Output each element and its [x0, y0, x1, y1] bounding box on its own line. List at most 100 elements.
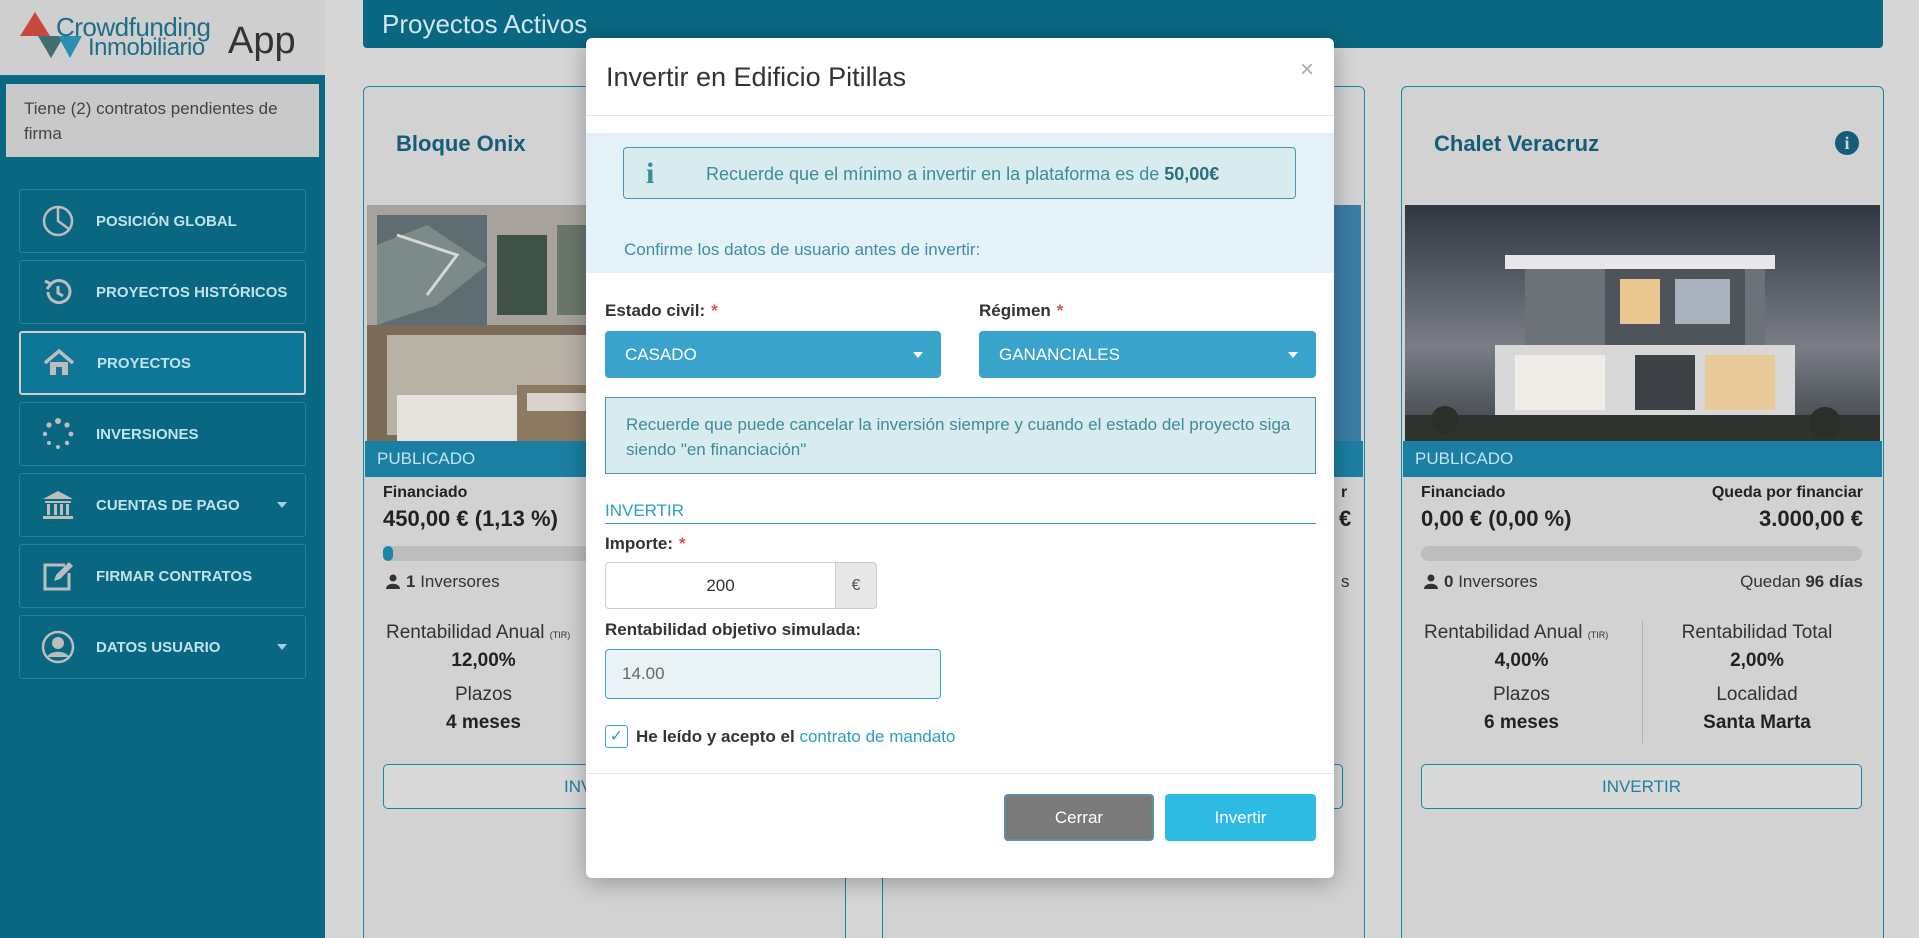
sidebar-item-label: FIRMAR CONTRATOS [96, 567, 253, 585]
remaining-label: Queda por financiar [1711, 484, 1863, 501]
rent-sim-field[interactable]: 14.00 [605, 649, 941, 699]
investors-label: Inversores [1458, 572, 1538, 591]
rent-total-value: 2,00% [1730, 650, 1784, 671]
sidebar-item-firmar-contratos[interactable]: FIRMAR CONTRATOS [19, 544, 306, 608]
project-photo[interactable] [1405, 205, 1880, 441]
edit-icon [40, 558, 76, 594]
regimen-select[interactable]: GANANCIALES [979, 331, 1316, 378]
kpi-divider [1642, 621, 1643, 743]
user-icon [1424, 574, 1438, 589]
tir-tag: (TIR) [549, 630, 571, 640]
sidebar-item-label: DATOS USUARIO [96, 638, 221, 656]
info-icon[interactable]: i [1835, 131, 1859, 155]
sidebar-item-datos-usuario[interactable]: DATOS USUARIO [19, 615, 306, 679]
minimum-investment-amount: 50,00€ [1164, 164, 1220, 184]
regimen-label: Régimen * [979, 301, 1063, 321]
user-circle-icon [40, 629, 76, 665]
localidad-label: Localidad [1716, 684, 1798, 705]
required-mark: * [1056, 301, 1064, 320]
days-prefix: Quedan [1740, 572, 1801, 591]
rent-sim-label: Rentabilidad objetivo simulada: [605, 620, 861, 639]
chevron-down-icon [277, 644, 287, 650]
regimen-label-text: Régimen [979, 301, 1051, 320]
importe-input[interactable]: 200 [605, 562, 836, 609]
importe-label-text: Importe: [605, 534, 673, 553]
tir-tag: (TIR) [1587, 630, 1609, 640]
close-button[interactable]: Cerrar [1004, 794, 1154, 841]
house-image [1405, 205, 1880, 441]
rent-anual-value: 4,00% [1494, 650, 1549, 671]
project-title[interactable]: Chalet Veracruz [1434, 131, 1599, 157]
required-mark: * [711, 301, 718, 320]
days-value: 96 días [1805, 572, 1863, 591]
user-icon [386, 574, 400, 589]
estado-civil-select[interactable]: CASADO [605, 331, 941, 378]
sidebar-item-label: CUENTAS DE PAGO [96, 496, 240, 514]
remaining-label-fragment: r [1341, 484, 1348, 501]
accept-contract-text: He leído y acepto el contrato de mandato [636, 727, 955, 747]
sidebar-item-proyectos[interactable]: PROYECTOS [19, 331, 306, 395]
financed-label: Financiado [383, 484, 468, 501]
investors-number: 1 [406, 572, 416, 591]
rent-anual-text: Rentabilidad Anual [1424, 622, 1583, 643]
app-logo[interactable]: Crowdfunding Inmobiliario App [0, 0, 325, 76]
sidebar-item-inversiones[interactable]: INVERSIONES [19, 402, 306, 466]
estado-civil-label: Estado civil: * [605, 301, 718, 321]
logo-text-line2: Inmobiliario [88, 34, 205, 61]
logo-red-triangle [20, 12, 50, 36]
currency-addon: € [835, 562, 877, 609]
financed-value: 450,00 € (1,13 %) [383, 506, 558, 531]
project-title[interactable]: Bloque Onix [396, 131, 526, 157]
history-icon [40, 274, 76, 310]
invest-submit-button[interactable]: Invertir [1165, 794, 1316, 841]
pending-contracts-notice[interactable]: Tiene (2) contratos pendientes de firma [6, 84, 319, 157]
remaining-value: 3.000,00 € [1759, 506, 1863, 531]
investors-label: Inversores [420, 572, 500, 591]
cancel-investment-notice: Recuerde que puede cancelar la inversión… [605, 397, 1316, 474]
logo-text-app: App [228, 20, 296, 62]
bank-icon [40, 487, 76, 523]
plazos-value: 6 meses [1483, 712, 1559, 733]
sidebar-item-posicion-global[interactable]: POSICIÓN GLOBAL [19, 189, 306, 253]
invest-button[interactable]: INVERTIR [1421, 764, 1862, 809]
chevron-down-icon [277, 502, 287, 508]
minimum-investment-notice: i Recuerde que el mínimo a invertir en l… [623, 147, 1296, 199]
sidebar-item-proyectos-historicos[interactable]: PROYECTOS HISTÓRICOS [19, 260, 306, 324]
financed-label: Financiado [1421, 484, 1506, 501]
importe-label: Importe: * [605, 534, 686, 554]
sidebar-item-label: INVERSIONES [96, 425, 199, 443]
plazos-label: Plazos [1492, 684, 1551, 705]
estado-civil-value: CASADO [625, 345, 697, 364]
pie-chart-icon [40, 203, 76, 239]
accept-prefix: He leído y acepto el [636, 727, 800, 746]
investors-count: 1 Inversores [386, 572, 500, 592]
funding-progress-bar [1421, 546, 1862, 561]
regimen-value: GANANCIALES [999, 345, 1120, 364]
chevron-down-icon [1288, 352, 1298, 358]
rent-anual-value: 12,00% [451, 650, 516, 671]
investors-count: 0 Inversores [1424, 572, 1538, 592]
days-remaining: Quedan 96 días [1740, 572, 1863, 592]
contract-link[interactable]: contrato de mandato [799, 727, 955, 746]
localidad-value: Santa Marta [1703, 712, 1811, 733]
accept-contract-checkbox[interactable]: ✓ [605, 725, 628, 748]
home-icon [41, 345, 77, 381]
financed-value: 0,00 € (0,00 %) [1421, 506, 1572, 531]
sidebar: Crowdfunding Inmobiliario App Tiene (2) … [0, 0, 325, 938]
sidebar-item-label: PROYECTOS HISTÓRICOS [96, 283, 288, 301]
plazos-value: 4 meses [445, 712, 521, 733]
spinner-icon [40, 416, 76, 452]
status-badge: PUBLICADO [1403, 441, 1882, 477]
invest-modal: Invertir en Edificio Pitillas × i Recuer… [586, 38, 1334, 878]
minimum-investment-text: Recuerde que el mínimo a invertir en la … [706, 164, 1219, 185]
days-fragment: s [1341, 572, 1350, 591]
sidebar-item-cuentas-de-pago[interactable]: CUENTAS DE PAGO [19, 473, 306, 537]
invest-button-label: INVERTIR [1601, 777, 1682, 796]
sidebar-menu: POSICIÓN GLOBAL PROYECTOS HISTÓRICOS PRO… [19, 189, 306, 686]
estado-civil-label-text: Estado civil: [605, 301, 706, 320]
confirm-user-data-text: Confirme los datos de usuario antes de i… [624, 240, 981, 259]
modal-footer-divider [586, 773, 1334, 774]
rent-anual-text: Rentabilidad Anual [386, 622, 545, 643]
invest-section-title: INVERTIR [605, 501, 1316, 524]
close-icon[interactable]: × [1300, 56, 1314, 84]
